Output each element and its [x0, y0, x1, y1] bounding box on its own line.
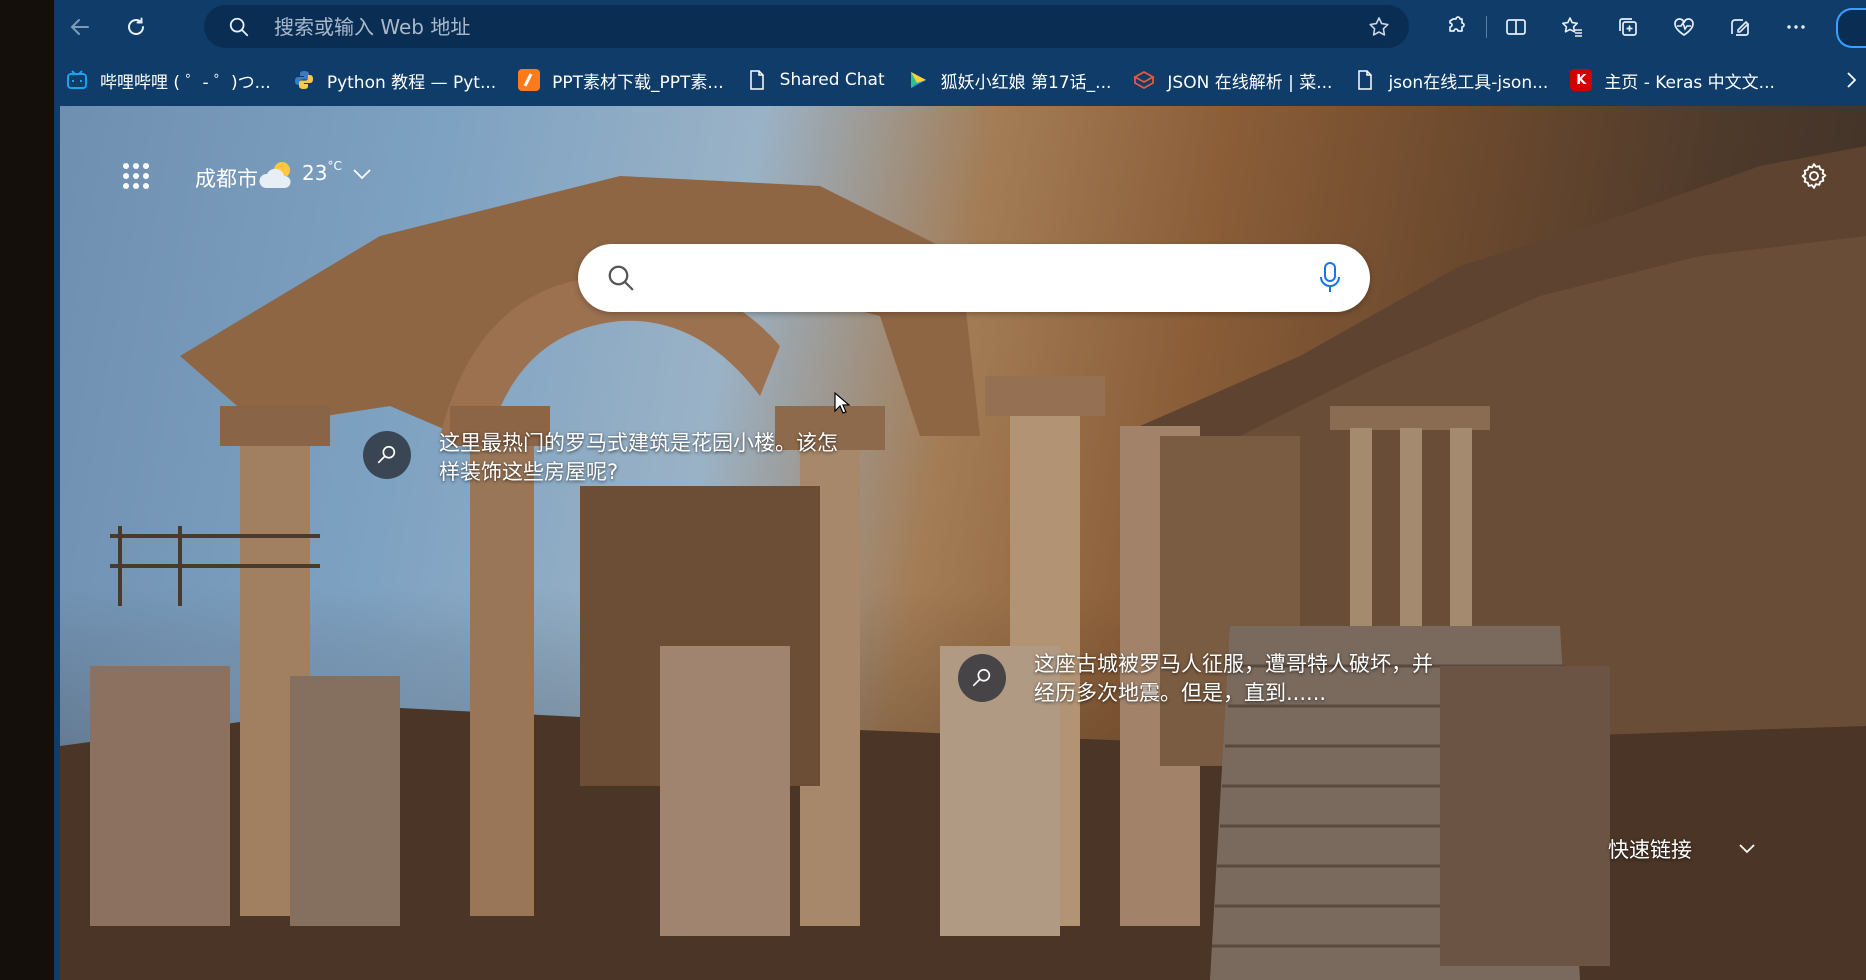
apps-launcher-button[interactable]: [116, 156, 156, 196]
bookmark-label: 狐妖小红娘 第17话_...: [940, 72, 1112, 93]
ppt-icon: [518, 69, 541, 91]
split-screen-icon: [1506, 19, 1526, 35]
copilot-icon: [1731, 19, 1750, 36]
hotspot-search-button[interactable]: [958, 654, 1006, 702]
desktop-edge: [0, 0, 54, 980]
new-tab-page: 成都市 23°C 这里最热门的罗马式建筑是花园小楼。该怎样装饰这些房屋呢? 这座…: [60, 106, 1866, 980]
extensions-button[interactable]: [1438, 9, 1474, 45]
search-input[interactable]: [658, 244, 1262, 314]
weather-city[interactable]: 成都市: [195, 163, 258, 193]
keras-icon: K: [1570, 69, 1593, 91]
background-image: [60, 146, 1866, 980]
copilot-button[interactable]: [1722, 9, 1758, 45]
bookmark-huyao[interactable]: 狐妖小红娘 第17话_...: [895, 62, 1122, 98]
back-button[interactable]: [62, 9, 98, 45]
search-icon: [608, 265, 634, 291]
more-icon: [1787, 25, 1805, 29]
bookmark-json-tool[interactable]: json在线工具-json...: [1342, 62, 1558, 98]
play-icon: [907, 69, 929, 91]
search-icon: [229, 17, 249, 37]
bookmark-keras[interactable]: K 主页 - Keras 中文文...: [1558, 62, 1785, 98]
refresh-button[interactable]: [118, 9, 154, 45]
hotspot-caption: 这座古城被罗马人征服，遭哥特人破坏，并经历多次地震。但是，直到......: [1034, 652, 1433, 705]
bilibili-icon: [66, 69, 88, 91]
profile-avatar[interactable]: [1836, 8, 1866, 48]
page-icon: [746, 69, 768, 91]
add-favorite-star-icon[interactable]: [1367, 15, 1391, 39]
bookmarks-bar: 哔哩哔哩 ( ゜- ゜)つ... Python 教程 — Pyt... PPT素…: [54, 54, 1866, 106]
partly-cloudy-icon: [259, 162, 291, 188]
arrow-left-icon: [70, 19, 89, 35]
quick-links-toggle[interactable]: 快速链接: [1608, 834, 1756, 864]
page-icon: [1354, 69, 1376, 91]
python-icon: [293, 69, 315, 91]
browser-window: 哔哩哔哩 ( ゜- ゜)つ... Python 教程 — Pyt... PPT素…: [54, 0, 1866, 980]
bookmark-bilibili[interactable]: 哔哩哔哩 ( ゜- ゜)つ...: [54, 62, 281, 98]
bookmark-python[interactable]: Python 教程 — Pyt...: [281, 62, 506, 98]
bookmark-label: PPT素材下载_PPT素...: [552, 72, 724, 93]
weather-temperature[interactable]: 23°C: [302, 159, 342, 185]
bookmark-ppt[interactable]: PPT素材下载_PPT素...: [506, 62, 734, 98]
chevron-down-icon[interactable]: [352, 168, 372, 180]
more-button[interactable]: [1778, 9, 1814, 45]
bookmark-label: Shared Chat: [779, 70, 885, 90]
refresh-icon: [128, 17, 144, 35]
browser-essentials-icon: [1674, 18, 1694, 36]
page-settings-button[interactable]: [1794, 156, 1834, 196]
browser-essentials-button[interactable]: [1666, 9, 1702, 45]
address-input[interactable]: [274, 5, 1324, 48]
bookmark-label: Python 教程 — Pyt...: [326, 72, 497, 93]
image-hotspot-1[interactable]: 这里最热门的罗马式建筑是花园小楼。该怎样装饰这些房屋呢?: [363, 431, 839, 487]
image-hotspot-2[interactable]: 这座古城被罗马人征服，遭哥特人破坏，并经历多次地震。但是，直到......: [958, 652, 1434, 708]
magnifier-icon: [377, 445, 396, 464]
hotspot-caption: 这里最热门的罗马式建筑是花园小楼。该怎样装饰这些房屋呢?: [439, 431, 838, 484]
web-search-box[interactable]: [578, 244, 1370, 314]
magnifier-icon: [972, 668, 991, 687]
cube-icon: [1133, 69, 1156, 91]
gear-icon: [1801, 163, 1827, 189]
toolbar-divider: [1486, 16, 1487, 38]
browser-toolbar: [54, 0, 1866, 54]
bookmarks-overflow-button[interactable]: [1836, 62, 1866, 98]
grid-dots-icon: [123, 163, 149, 189]
chevron-right-icon: [1847, 72, 1857, 88]
collections-icon: [1619, 18, 1637, 36]
split-screen-button[interactable]: [1498, 9, 1534, 45]
chevron-down-icon: [1739, 844, 1755, 854]
bookmark-label: JSON 在线解析 | 菜...: [1167, 72, 1333, 93]
hotspot-search-button[interactable]: [363, 431, 411, 479]
bookmark-json-runoob[interactable]: JSON 在线解析 | 菜...: [1121, 62, 1342, 98]
bookmark-label: 哔哩哔哩 ( ゜- ゜)つ...: [100, 72, 271, 93]
collections-button[interactable]: [1610, 9, 1646, 45]
temperature-unit: °C: [327, 159, 342, 173]
address-bar[interactable]: [204, 5, 1409, 48]
bookmark-label: 主页 - Keras 中文文...: [1604, 72, 1775, 93]
favorites-button[interactable]: [1554, 9, 1590, 45]
bookmark-label: json在线工具-json...: [1388, 72, 1549, 93]
favorites-icon: [1562, 17, 1582, 37]
bookmark-shared-chat[interactable]: Shared Chat: [734, 62, 895, 98]
temperature-value: 23: [302, 161, 328, 185]
extensions-icon: [1449, 16, 1465, 32]
mouse-pointer-icon: [834, 392, 850, 414]
microphone-icon[interactable]: [1318, 260, 1342, 296]
quick-links-label: 快速链接: [1608, 838, 1692, 862]
